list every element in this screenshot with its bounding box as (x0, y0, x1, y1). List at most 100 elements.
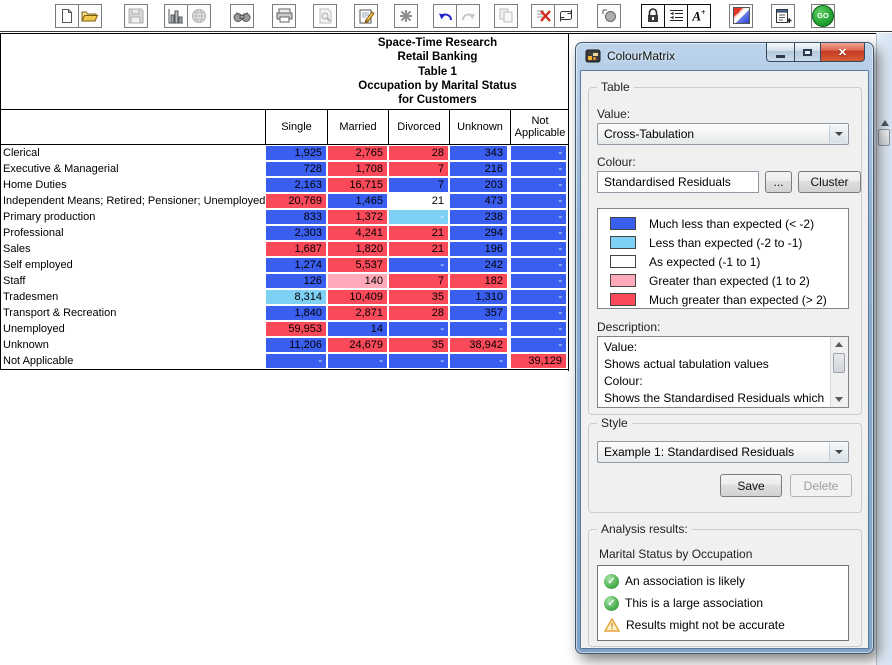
table-cell[interactable]: 216 (450, 162, 507, 176)
row-label[interactable]: Primary production (3, 209, 95, 225)
column-header-married[interactable]: Married (327, 110, 388, 144)
table-cell[interactable]: 2,303 (266, 226, 326, 240)
table-cell[interactable]: - (511, 274, 566, 288)
colour-browse-button[interactable]: ... (765, 171, 792, 193)
save-button[interactable] (124, 4, 148, 28)
lock-button[interactable] (641, 4, 665, 28)
table-cell[interactable]: 343 (450, 146, 507, 160)
chevron-down-icon[interactable] (829, 125, 847, 143)
description-scrollbar[interactable] (830, 337, 848, 407)
print-button[interactable] (272, 4, 296, 28)
table-cell[interactable]: 59,953 (266, 322, 326, 336)
redo-button[interactable] (456, 4, 480, 28)
table-cell[interactable]: 238 (450, 210, 507, 224)
table-cell[interactable]: - (389, 210, 448, 224)
row-label[interactable]: Staff (3, 273, 25, 289)
table-cell[interactable]: - (389, 354, 448, 368)
table-cell[interactable]: 16,715 (328, 178, 387, 192)
edit-notes-button[interactable] (354, 4, 378, 28)
table-cell[interactable]: 833 (266, 210, 326, 224)
style-combobox[interactable]: Example 1: Standardised Residuals (597, 441, 849, 463)
chevron-down-icon[interactable] (829, 443, 847, 461)
table-cell[interactable]: - (266, 354, 326, 368)
table-cell[interactable]: - (511, 226, 566, 240)
row-label[interactable]: Home Duties (3, 177, 67, 193)
minimize-button[interactable] (766, 43, 795, 62)
table-cell[interactable]: 35 (389, 338, 448, 352)
table-cell[interactable]: - (511, 178, 566, 192)
find-button[interactable] (230, 4, 254, 28)
column-header-not-applicable[interactable]: Not Applicable (510, 110, 569, 144)
table-cell[interactable]: - (511, 258, 566, 272)
table-cell[interactable]: 11,206 (266, 338, 326, 352)
format-indent-button[interactable] (664, 4, 688, 28)
table-cell[interactable]: - (511, 194, 566, 208)
table-cell[interactable]: 1,465 (328, 194, 387, 208)
table-cell[interactable]: - (511, 210, 566, 224)
table-cell[interactable]: - (511, 338, 566, 352)
table-cell[interactable]: - (389, 258, 448, 272)
table-cell[interactable]: - (511, 322, 566, 336)
close-button[interactable]: ✕ (820, 43, 865, 62)
table-cell[interactable]: 2,765 (328, 146, 387, 160)
font-size-button[interactable]: A+ (687, 4, 711, 28)
table-cell[interactable]: 8,314 (266, 290, 326, 304)
table-cell[interactable]: 473 (450, 194, 507, 208)
table-cell[interactable]: 1,274 (266, 258, 326, 272)
row-label[interactable]: Sales (3, 241, 31, 257)
value-combobox[interactable]: Cross-Tabulation (597, 123, 849, 145)
table-cell[interactable]: - (511, 306, 566, 320)
go-button[interactable]: GO (811, 4, 835, 28)
delete-button[interactable]: Delete (790, 474, 852, 497)
vertical-scrollbar[interactable] (876, 33, 892, 665)
table-cell[interactable]: 294 (450, 226, 507, 240)
table-cell[interactable]: - (328, 354, 387, 368)
table-cell[interactable]: - (511, 242, 566, 256)
scrollbar-thumb[interactable] (878, 129, 890, 146)
table-cell[interactable]: 21 (389, 226, 448, 240)
table-cell[interactable]: 7 (389, 162, 448, 176)
open-file-button[interactable] (78, 4, 102, 28)
table-cell[interactable]: 1,840 (266, 306, 326, 320)
row-label[interactable]: Unknown (3, 337, 49, 353)
delete-selection-button[interactable] (531, 4, 555, 28)
table-cell[interactable]: 38,942 (450, 338, 507, 352)
colourmatrix-button[interactable] (729, 4, 753, 28)
colour-field[interactable]: Standardised Residuals (597, 171, 759, 193)
table-cell[interactable]: 2,871 (328, 306, 387, 320)
row-label[interactable]: Executive & Managerial (3, 161, 119, 177)
row-label[interactable]: Not Applicable (3, 353, 73, 369)
tools-button[interactable] (394, 4, 418, 28)
scrollbar-up-icon[interactable] (881, 120, 889, 126)
undo-button[interactable] (433, 4, 457, 28)
table-cell[interactable]: - (450, 322, 507, 336)
table-cell[interactable]: 1,372 (328, 210, 387, 224)
column-header-single[interactable]: Single (265, 110, 327, 144)
add-report-button[interactable] (771, 4, 795, 28)
table-cell[interactable]: 21 (389, 242, 448, 256)
new-document-button[interactable] (55, 4, 79, 28)
transpose-table-button[interactable] (554, 4, 578, 28)
table-cell[interactable]: 4,241 (328, 226, 387, 240)
table-cell[interactable]: 1,820 (328, 242, 387, 256)
desc-scroll-thumb[interactable] (833, 353, 845, 373)
row-label[interactable]: Professional (3, 225, 64, 241)
table-cell[interactable]: 1,687 (266, 242, 326, 256)
table-cell[interactable]: 5,537 (328, 258, 387, 272)
row-label[interactable]: Unemployed (3, 321, 65, 337)
row-label[interactable]: Transport & Recreation (3, 305, 116, 321)
table-cell[interactable]: 2,163 (266, 178, 326, 192)
table-cell[interactable]: 39,129 (511, 354, 566, 368)
table-cell[interactable]: 7 (389, 274, 448, 288)
column-header-divorced[interactable]: Divorced (388, 110, 449, 144)
column-header-unknown[interactable]: Unknown (449, 110, 510, 144)
table-cell[interactable]: 242 (450, 258, 507, 272)
table-cell[interactable]: 24,679 (328, 338, 387, 352)
row-label[interactable]: Clerical (3, 145, 40, 161)
row-label[interactable]: Self employed (3, 257, 73, 273)
table-cell[interactable]: 182 (450, 274, 507, 288)
print-preview-button[interactable] (313, 4, 337, 28)
table-cell[interactable]: - (511, 290, 566, 304)
table-cell[interactable]: 7 (389, 178, 448, 192)
table-cell[interactable]: 28 (389, 306, 448, 320)
